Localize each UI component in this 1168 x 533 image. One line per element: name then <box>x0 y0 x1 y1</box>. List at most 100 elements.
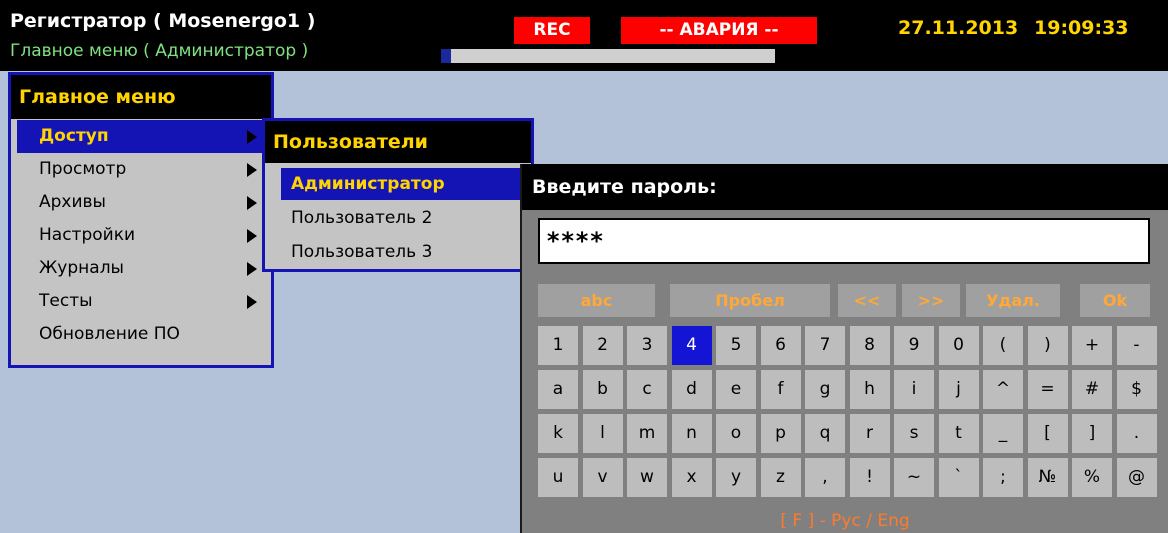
keyboard-key[interactable]: - <box>1116 326 1157 365</box>
keyboard-key[interactable]: 6 <box>760 326 801 365</box>
keyboard-key[interactable]: k <box>538 414 578 453</box>
keyboard-key[interactable]: y <box>716 458 756 497</box>
abc-key[interactable]: abc <box>538 284 655 317</box>
keyboard-key[interactable]: o <box>716 414 756 453</box>
archive-progress-bar <box>441 49 775 63</box>
keyboard-key[interactable]: x <box>671 458 712 497</box>
password-dialog-title: Введите пароль: <box>522 164 1168 210</box>
submenu-arrow-icon <box>247 295 257 309</box>
keyboard-key[interactable]: # <box>1072 370 1112 409</box>
keyboard-key[interactable]: l <box>582 414 623 453</box>
submenu-arrow-icon <box>247 229 257 243</box>
keyboard-key[interactable]: + <box>1072 326 1112 365</box>
keyboard-key[interactable]: n <box>671 414 712 453</box>
keyboard-key[interactable]: i <box>894 370 934 409</box>
password-input[interactable]: **** <box>538 218 1150 264</box>
keyboard-key[interactable]: ) <box>1027 326 1068 365</box>
keyboard-key[interactable]: ~ <box>894 458 934 497</box>
window-title: Регистратор ( Mosenergo1 ) <box>10 10 316 32</box>
keyboard-key[interactable]: 5 <box>716 326 756 365</box>
ok-key[interactable]: Ok <box>1080 284 1150 317</box>
main-menu-item-4[interactable]: Журналы <box>17 252 267 285</box>
cursor-right-key[interactable]: >> <box>902 284 960 317</box>
keyboard-key[interactable]: @ <box>1116 458 1157 497</box>
keyboard-key[interactable]: _ <box>983 414 1023 453</box>
keyboard-key[interactable]: ^ <box>983 370 1023 409</box>
keyboard-key[interactable]: w <box>627 458 667 497</box>
keyboard-key[interactable]: 7 <box>805 326 845 365</box>
password-dialog: Введите пароль: **** 1 2 3 4 5 6 7 8 9 0() + - a b c d e… <box>520 164 1168 533</box>
keyboard-key[interactable]: e <box>716 370 756 409</box>
main-menu-item-2[interactable]: Архивы <box>17 186 267 219</box>
main-menu-item-3[interactable]: Настройки <box>17 219 267 252</box>
date-display: 27.11.2013 <box>898 17 1019 39</box>
main-menu-item-label: Доступ <box>39 126 109 146</box>
keyboard-key[interactable]: g <box>805 370 845 409</box>
submenu-arrow-icon <box>247 163 257 177</box>
keyboard-key[interactable]: ` <box>938 458 979 497</box>
progress-fill <box>441 49 452 63</box>
main-menu-title: Главное меню <box>11 75 271 119</box>
keyboard-key[interactable]: c <box>627 370 667 409</box>
keyboard-key[interactable]: ] <box>1072 414 1112 453</box>
submenu-arrow-icon <box>247 262 257 276</box>
space-key[interactable]: Пробел <box>670 284 830 317</box>
keyboard-key[interactable]: ; <box>983 458 1023 497</box>
recorder-screen: Регистратор ( Mosenergo1 ) Главное меню … <box>0 0 1168 533</box>
main-menu-item-1[interactable]: Просмотр <box>17 153 267 186</box>
keyboard-key[interactable]: d <box>671 370 712 409</box>
keyboard-key[interactable]: ( <box>983 326 1023 365</box>
keyboard-key[interactable]: j <box>938 370 979 409</box>
menu-path: Главное меню ( Администратор ) <box>10 41 309 61</box>
keyboard-key[interactable]: , <box>805 458 845 497</box>
submenu-arrow-icon <box>247 130 257 144</box>
user-item-2[interactable]: Пользователь 3 <box>281 236 525 268</box>
keyboard-key[interactable]: $ <box>1116 370 1157 409</box>
keyboard-key[interactable]: v <box>582 458 623 497</box>
keyboard-key[interactable]: q <box>805 414 845 453</box>
delete-key[interactable]: Удал. <box>966 284 1060 317</box>
keyboard-key[interactable]: 3 <box>627 326 667 365</box>
rec-indicator: REC <box>514 17 590 44</box>
main-menu-item-5[interactable]: Тесты <box>17 285 267 318</box>
keyboard-key[interactable]: a <box>538 370 578 409</box>
keyboard-key[interactable]: [ <box>1027 414 1068 453</box>
keyboard-key[interactable]: 9 <box>894 326 934 365</box>
keyboard-key[interactable]: 1 <box>538 326 578 365</box>
keyboard-key[interactable]: t <box>938 414 979 453</box>
main-menu-item-6[interactable]: Обновление ПО <box>17 318 267 351</box>
main-menu-item-label: Настройки <box>39 225 136 245</box>
alarm-indicator: -- АВАРИЯ -- <box>621 17 817 44</box>
keyboard-key[interactable]: r <box>849 414 890 453</box>
keyboard-key[interactable]: 4 <box>671 326 712 365</box>
keyboard-key[interactable]: № <box>1027 458 1068 497</box>
top-status-bar: Регистратор ( Mosenergo1 ) Главное меню … <box>0 0 1168 71</box>
keyboard-key[interactable]: = <box>1027 370 1068 409</box>
main-menu-item-label: Просмотр <box>39 159 127 179</box>
keyboard-key[interactable]: 2 <box>582 326 623 365</box>
keyboard-key[interactable]: p <box>760 414 801 453</box>
user-item-1[interactable]: Пользователь 2 <box>281 202 525 234</box>
cursor-left-key[interactable]: << <box>838 284 896 317</box>
keyboard-key[interactable]: 0 <box>938 326 979 365</box>
keyboard-key[interactable]: ! <box>849 458 890 497</box>
keyboard-key[interactable]: m <box>627 414 667 453</box>
keyboard-key[interactable]: % <box>1072 458 1112 497</box>
keyboard-key[interactable]: z <box>760 458 801 497</box>
layout-switch-hint: [ F ] - Рус / Eng <box>780 511 910 531</box>
keyboard-key[interactable]: . <box>1116 414 1157 453</box>
keyboard-key[interactable]: s <box>894 414 934 453</box>
submenu-arrow-icon <box>247 196 257 210</box>
main-menu: Главное меню Доступ Просмотр Архивы Настрой… <box>8 72 274 368</box>
keyboard-key[interactable]: u <box>538 458 578 497</box>
main-menu-item-label: Обновление ПО <box>39 324 180 344</box>
time-display: 19:09:33 <box>1034 17 1129 39</box>
keyboard-key[interactable]: f <box>760 370 801 409</box>
keyboard-key[interactable]: b <box>582 370 623 409</box>
keyboard-key[interactable]: 8 <box>849 326 890 365</box>
main-menu-item-0[interactable]: Доступ <box>17 120 267 153</box>
user-item-0[interactable]: Администратор <box>281 168 525 200</box>
users-submenu: Пользователи Администратор Пользователь 2… <box>262 118 534 272</box>
main-menu-item-label: Архивы <box>39 192 106 212</box>
keyboard-key[interactable]: h <box>849 370 890 409</box>
